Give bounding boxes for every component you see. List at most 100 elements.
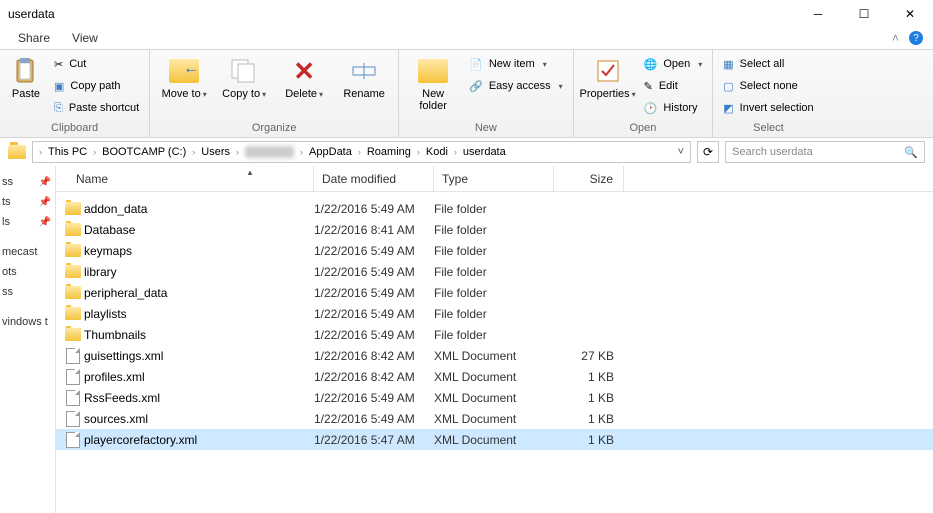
properties-button[interactable]: Properties▾ [580, 52, 636, 104]
pin-icon: 📌 [39, 217, 51, 228]
file-name: addon_data [84, 202, 314, 216]
file-type: File folder [434, 244, 554, 258]
chevron-right-icon: › [190, 147, 197, 157]
cut-button[interactable]: ✂Cut [50, 54, 143, 74]
sort-indicator-icon: ▲ [246, 168, 254, 177]
easy-access-button[interactable]: 🔗Easy access▾ [465, 76, 566, 96]
file-date: 1/22/2016 5:49 AM [314, 412, 434, 426]
new-item-icon: 📄 [469, 58, 483, 71]
file-type: XML Document [434, 370, 554, 384]
breadcrumb-item[interactable]: Roaming [365, 146, 413, 158]
new-folder-button[interactable]: New folder [405, 52, 461, 116]
help-icon[interactable]: ? [909, 31, 923, 45]
file-name: library [84, 265, 314, 279]
column-headers: ▲ Name Date modified Type Size [56, 166, 933, 192]
rename-button[interactable]: Rename [336, 52, 392, 104]
titlebar: userdata ─ ☐ ✕ [0, 0, 933, 28]
breadcrumb-bar[interactable]: ›This PC›BOOTCAMP (C:)›Users›hidden›AppD… [32, 141, 691, 163]
tab-share[interactable]: Share [18, 31, 50, 49]
header-size[interactable]: Size [554, 166, 624, 191]
close-button[interactable]: ✕ [887, 0, 933, 28]
group-clipboard: Paste ✂Cut ▣Copy path ⎘Paste shortcut Cl… [0, 50, 150, 137]
file-date: 1/22/2016 5:49 AM [314, 244, 434, 258]
folder-icon [65, 307, 81, 320]
file-row[interactable]: playercorefactory.xml 1/22/2016 5:47 AM … [56, 429, 933, 450]
file-row[interactable]: profiles.xml 1/22/2016 8:42 AM XML Docum… [56, 366, 933, 387]
pin-icon: 📌 [39, 197, 51, 208]
header-name[interactable]: Name [56, 166, 314, 191]
nav-item[interactable]: ss📌 [0, 172, 55, 192]
tab-view[interactable]: View [72, 31, 98, 49]
file-row[interactable]: addon_data 1/22/2016 5:49 AM File folder [56, 198, 933, 219]
folder-icon [65, 223, 81, 236]
minimize-button[interactable]: ─ [795, 0, 841, 28]
folder-icon [65, 265, 81, 278]
breadcrumb-item[interactable]: Users [199, 146, 232, 158]
copy-path-button[interactable]: ▣Copy path [50, 76, 143, 96]
refresh-button[interactable]: ⟳ [697, 141, 719, 163]
delete-button[interactable]: ✕ Delete▾ [276, 52, 332, 104]
move-to-button[interactable]: ← Move to▾ [156, 52, 212, 104]
file-size: 27 KB [554, 349, 624, 363]
file-type: XML Document [434, 391, 554, 405]
nav-item[interactable]: ls📌 [0, 212, 55, 232]
xml-file-icon [66, 348, 80, 364]
chevron-right-icon: › [37, 147, 44, 157]
search-box[interactable]: Search userdata 🔍 [725, 141, 925, 163]
nav-item[interactable]: vindows t [0, 312, 55, 332]
nav-item[interactable]: ss [0, 282, 55, 302]
file-list: ▲ Name Date modified Type Size addon_dat… [56, 166, 933, 513]
header-date[interactable]: Date modified [314, 166, 434, 191]
select-none-button[interactable]: ▢Select none [719, 76, 817, 96]
file-date: 1/22/2016 5:49 AM [314, 391, 434, 405]
xml-file-icon [66, 369, 80, 385]
maximize-button[interactable]: ☐ [841, 0, 887, 28]
globe-icon: 🌐 [644, 58, 658, 71]
file-row[interactable]: peripheral_data 1/22/2016 5:49 AM File f… [56, 282, 933, 303]
nav-item[interactable]: mecast [0, 242, 55, 262]
file-row[interactable]: keymaps 1/22/2016 5:49 AM File folder [56, 240, 933, 261]
file-size: 1 KB [554, 412, 624, 426]
file-date: 1/22/2016 5:49 AM [314, 286, 434, 300]
file-date: 1/22/2016 5:47 AM [314, 433, 434, 447]
chevron-right-icon: › [415, 147, 422, 157]
breadcrumb-item[interactable]: AppData [307, 146, 354, 158]
collapse-ribbon-icon[interactable]: ˄ [892, 31, 899, 45]
breadcrumb-item[interactable]: BOOTCAMP (C:) [100, 146, 188, 158]
edit-button[interactable]: ✎Edit [640, 76, 707, 96]
breadcrumb-item[interactable]: This PC [46, 146, 89, 158]
folder-icon [65, 328, 81, 341]
file-name: Database [84, 223, 314, 237]
invert-selection-button[interactable]: ◩Invert selection [719, 98, 817, 118]
folder-icon[interactable] [8, 145, 26, 159]
paste-shortcut-button[interactable]: ⎘Paste shortcut [50, 98, 143, 118]
header-type[interactable]: Type [434, 166, 554, 191]
file-row[interactable]: RssFeeds.xml 1/22/2016 5:49 AM XML Docum… [56, 387, 933, 408]
nav-pane[interactable]: ss📌ts📌ls📌 mecastotsss vindows t [0, 166, 56, 513]
file-row[interactable]: Database 1/22/2016 8:41 AM File folder [56, 219, 933, 240]
copy-to-button[interactable]: Copy to▾ [216, 52, 272, 104]
x-icon: ✕ [288, 56, 320, 86]
file-row[interactable]: sources.xml 1/22/2016 5:49 AM XML Docume… [56, 408, 933, 429]
file-row[interactable]: playlists 1/22/2016 5:49 AM File folder [56, 303, 933, 324]
file-row[interactable]: library 1/22/2016 5:49 AM File folder [56, 261, 933, 282]
nav-item[interactable]: ots [0, 262, 55, 282]
file-name: keymaps [84, 244, 314, 258]
group-new: New folder 📄New item▾ 🔗Easy access▾ New [399, 50, 573, 137]
breadcrumb-item[interactable]: Kodi [424, 146, 450, 158]
history-button[interactable]: 🕑History [640, 98, 707, 118]
open-button[interactable]: 🌐Open▾ [640, 54, 707, 74]
new-item-button[interactable]: 📄New item▾ [465, 54, 566, 74]
file-row[interactable]: guisettings.xml 1/22/2016 8:42 AM XML Do… [56, 345, 933, 366]
chevron-down-icon[interactable]: ˅ [672, 146, 690, 158]
rename-icon [348, 56, 380, 86]
file-row[interactable]: Thumbnails 1/22/2016 5:49 AM File folder [56, 324, 933, 345]
breadcrumb-item[interactable]: userdata [461, 146, 508, 158]
file-type: XML Document [434, 433, 554, 447]
file-name: profiles.xml [84, 370, 314, 384]
chevron-right-icon: › [91, 147, 98, 157]
paste-button[interactable]: Paste [6, 52, 46, 104]
select-all-button[interactable]: ▦Select all [719, 54, 817, 74]
breadcrumb-item[interactable]: hidden [243, 146, 296, 158]
nav-item[interactable]: ts📌 [0, 192, 55, 212]
